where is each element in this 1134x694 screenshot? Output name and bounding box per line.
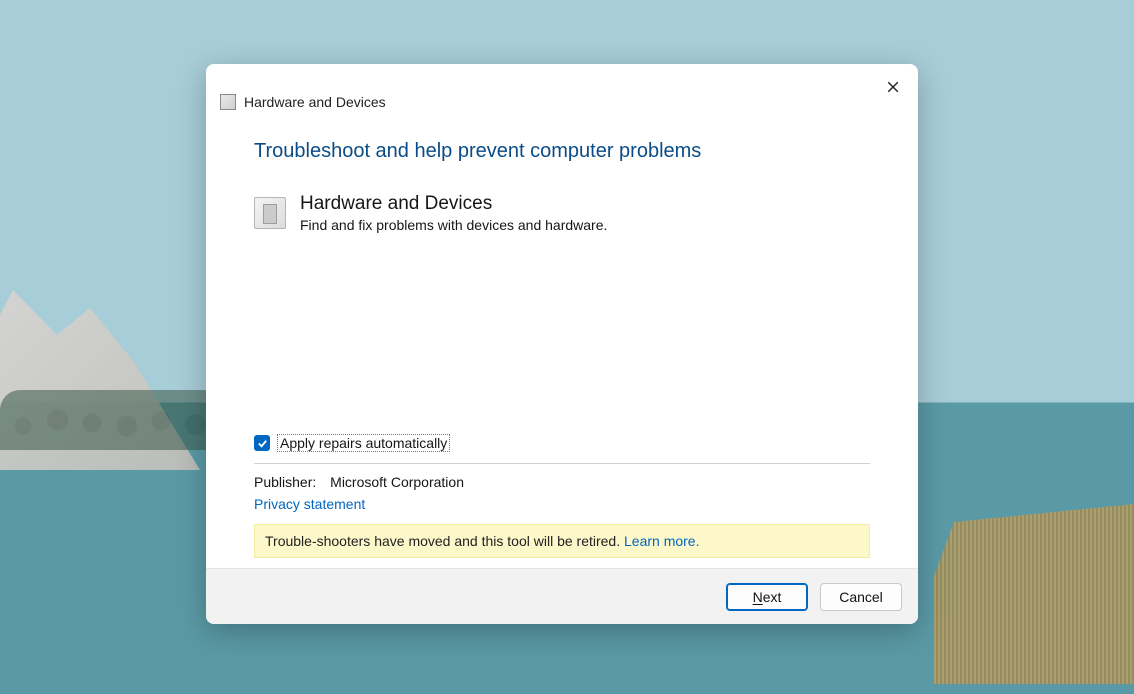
dialog-content: Troubleshoot and help prevent computer p… bbox=[206, 116, 918, 568]
privacy-statement-link[interactable]: Privacy statement bbox=[254, 496, 365, 512]
window-icon bbox=[220, 94, 236, 110]
notice-text: Trouble-shooters have moved and this too… bbox=[265, 533, 624, 549]
troubleshooter-description: Find and fix problems with devices and h… bbox=[300, 217, 607, 233]
desktop-background: Hardware and Devices Troubleshoot and he… bbox=[0, 0, 1134, 694]
titlebar: Hardware and Devices bbox=[206, 64, 918, 116]
publisher-value: Microsoft Corporation bbox=[330, 474, 464, 490]
publisher-label: Publisher: bbox=[254, 474, 316, 490]
next-mnemonic: N bbox=[753, 589, 763, 605]
dialog-footer: Next Cancel bbox=[206, 568, 918, 624]
cancel-button[interactable]: Cancel bbox=[820, 583, 902, 611]
troubleshooter-dialog: Hardware and Devices Troubleshoot and he… bbox=[206, 64, 918, 624]
page-heading: Troubleshoot and help prevent computer p… bbox=[254, 140, 870, 163]
apply-repairs-row: Apply repairs automatically bbox=[254, 435, 870, 451]
next-label-rest: ext bbox=[763, 589, 782, 605]
close-button[interactable] bbox=[878, 72, 908, 102]
cancel-label: Cancel bbox=[839, 589, 883, 605]
checkmark-icon bbox=[257, 438, 268, 449]
retirement-notice: Trouble-shooters have moved and this too… bbox=[254, 524, 870, 558]
divider bbox=[254, 463, 870, 464]
troubleshooter-item: Hardware and Devices Find and fix proble… bbox=[254, 193, 870, 233]
close-icon bbox=[887, 81, 899, 93]
apply-repairs-checkbox[interactable] bbox=[254, 435, 270, 451]
troubleshooter-title: Hardware and Devices bbox=[300, 193, 607, 215]
wallpaper-grass bbox=[934, 504, 1134, 684]
next-button[interactable]: Next bbox=[726, 583, 808, 611]
window-title: Hardware and Devices bbox=[244, 94, 386, 110]
hardware-icon bbox=[254, 197, 286, 229]
wallpaper-trees bbox=[0, 390, 230, 450]
apply-repairs-label[interactable]: Apply repairs automatically bbox=[278, 435, 449, 451]
learn-more-link[interactable]: Learn more. bbox=[624, 533, 699, 549]
publisher-row: Publisher: Microsoft Corporation bbox=[254, 474, 870, 490]
